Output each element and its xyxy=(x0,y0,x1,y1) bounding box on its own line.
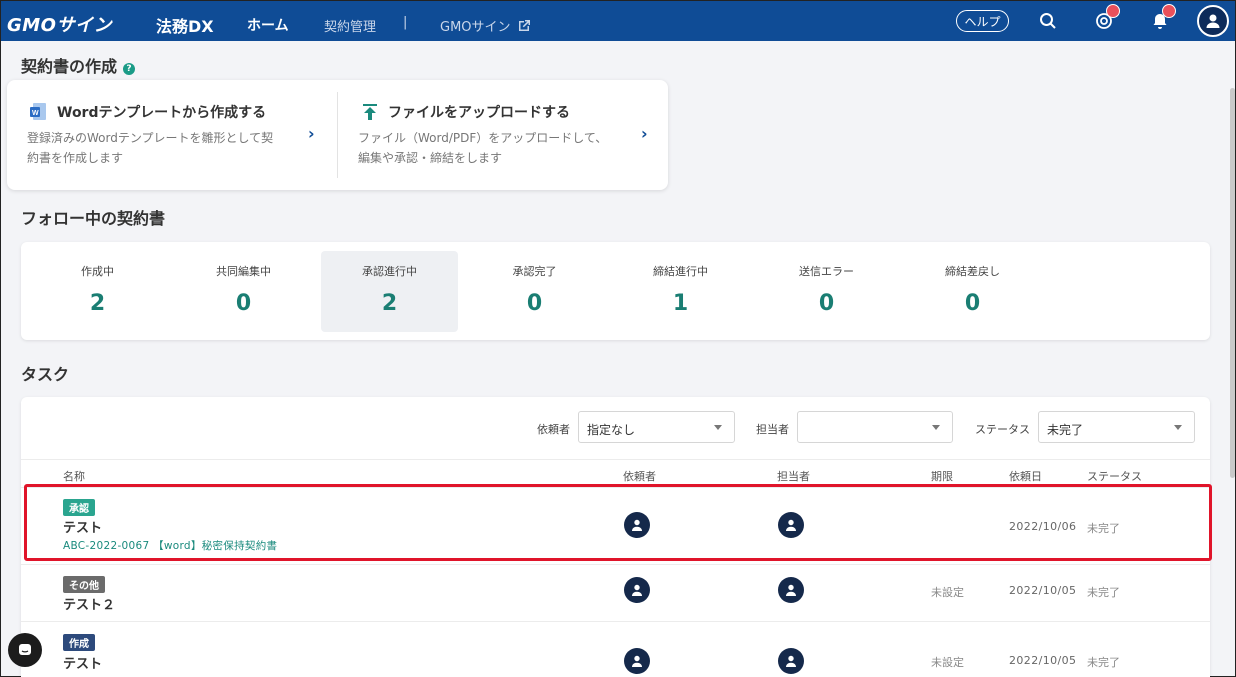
top-navigation-bar: GMOサイン 法務DX ホーム 契約管理 | GMOサイン ヘルプ xyxy=(1,1,1235,41)
stat-label: 送信エラー xyxy=(799,265,854,278)
assignee-avatar-icon xyxy=(778,648,804,674)
nav-gmo-sign-link[interactable]: GMOサイン xyxy=(440,16,531,35)
upload-icon xyxy=(363,104,377,120)
stat-value: 0 xyxy=(526,291,543,316)
assignee-select[interactable] xyxy=(797,411,953,443)
nav-separator: | xyxy=(403,15,408,30)
section-title-tasks: タスク xyxy=(21,365,70,384)
task-due: 未設定 xyxy=(931,586,964,599)
requester-filter-label: 依頼者 xyxy=(537,423,570,436)
column-header-requester[interactable]: 依頼者 xyxy=(623,468,656,484)
upload-option-description: ファイル（Word/PDF）をアップロードして、 編集や承認・締結をします xyxy=(358,128,607,168)
stat-approval-in-progress[interactable]: 承認進行中 2 xyxy=(321,251,458,332)
stat-label: 共同編集中 xyxy=(216,265,271,278)
dropdown-caret-icon xyxy=(932,425,940,430)
help-button[interactable]: ヘルプ xyxy=(956,10,1009,32)
section-title-follow: フォロー中の契約書 xyxy=(21,209,166,228)
word-option-description: 登録済みのWordテンプレートを雛形として契 約書を作成します xyxy=(27,128,273,168)
status-select-value: 未完了 xyxy=(1047,423,1084,437)
nav-gmo-label: GMOサイン xyxy=(440,20,511,35)
stat-co-editing[interactable]: 共同編集中 0 xyxy=(175,251,312,332)
nav-contract-management[interactable]: 契約管理 xyxy=(324,16,376,35)
upload-option-title: ファイルをアップロードする xyxy=(362,102,570,122)
search-icon[interactable] xyxy=(1037,10,1059,32)
nav-home[interactable]: ホーム xyxy=(247,15,289,35)
highlight-annotation xyxy=(24,484,1212,561)
word-option-title: W Wordテンプレートから作成する xyxy=(29,102,266,122)
status-filter-label: ステータス xyxy=(975,423,1030,436)
word-desc-line1: 登録済みのWordテンプレートを雛形として契 xyxy=(27,131,274,145)
scrollbar-thumb[interactable] xyxy=(1230,88,1235,478)
stat-value: 2 xyxy=(381,291,398,316)
column-header-name[interactable]: 名称 xyxy=(63,468,85,484)
stat-value: 0 xyxy=(235,291,252,316)
chat-support-button[interactable] xyxy=(8,633,42,667)
task-row[interactable]: その他 テスト２ 未設定 2022/10/05 未完了 xyxy=(21,564,1210,621)
notification-badge xyxy=(1162,4,1176,18)
upload-desc-line2: 編集や承認・締結をします xyxy=(358,151,503,165)
task-title[interactable]: テスト xyxy=(63,653,102,672)
status-select[interactable]: 未完了 xyxy=(1038,411,1195,443)
chevron-right-icon: › xyxy=(308,124,315,143)
stat-send-error[interactable]: 送信エラー 0 xyxy=(758,251,895,332)
upload-file-option[interactable]: ファイルをアップロードする ファイル（Word/PDF）をアップロードして、 編… xyxy=(338,80,668,190)
create-title-text: 契約書の作成 xyxy=(21,57,118,76)
assignee-avatar-icon xyxy=(778,577,804,603)
requester-select[interactable]: 指定なし xyxy=(578,411,735,443)
logo-subtitle: 法務DX xyxy=(156,17,214,36)
task-row[interactable]: 作成 テスト 未設定 2022/10/05 未完了 xyxy=(21,621,1210,677)
stat-label: 締結進行中 xyxy=(653,265,708,278)
section-title-create: 契約書の作成? xyxy=(21,53,136,77)
task-title[interactable]: テスト２ xyxy=(63,594,115,613)
task-status: 未完了 xyxy=(1087,656,1120,669)
chat-icon xyxy=(19,644,31,655)
stat-signing-returned[interactable]: 締結差戻し 0 xyxy=(904,251,1041,332)
word-option-label: Wordテンプレートから作成する xyxy=(57,105,267,121)
create-from-word-option[interactable]: W Wordテンプレートから作成する 登録済みのWordテンプレートを雛形として… xyxy=(7,80,337,190)
task-request-date: 2022/10/05 xyxy=(1009,654,1077,667)
requester-avatar-icon xyxy=(624,577,650,603)
upload-option-label: ファイルをアップロードする xyxy=(388,105,570,121)
assignee-filter-label: 担当者 xyxy=(756,423,789,436)
task-request-date: 2022/10/05 xyxy=(1009,584,1077,597)
user-avatar-icon[interactable] xyxy=(1197,5,1229,37)
stat-label: 承認進行中 xyxy=(362,265,417,278)
requester-select-value: 指定なし xyxy=(587,423,636,437)
stat-value: 1 xyxy=(672,291,689,316)
stat-label: 承認完了 xyxy=(512,265,557,278)
requester-avatar-icon xyxy=(624,648,650,674)
svg-text:W: W xyxy=(32,110,39,117)
follow-status-card: 作成中 2 共同編集中 0 承認進行中 2 承認完了 0 締結進行中 1 送信エ… xyxy=(21,242,1210,340)
mention-badge xyxy=(1106,4,1120,18)
column-header-due[interactable]: 期限 xyxy=(931,468,953,484)
help-circle-icon[interactable]: ? xyxy=(123,63,136,75)
task-due: 未設定 xyxy=(931,656,964,669)
stat-value: 0 xyxy=(964,291,981,316)
stat-value: 2 xyxy=(89,291,106,316)
column-header-assignee[interactable]: 担当者 xyxy=(777,468,810,484)
chevron-right-icon: › xyxy=(641,124,648,143)
dropdown-caret-icon xyxy=(714,425,722,430)
task-type-tag: 作成 xyxy=(63,634,95,651)
task-type-tag: その他 xyxy=(63,576,105,593)
upload-desc-line1: ファイル（Word/PDF）をアップロードして、 xyxy=(358,131,608,145)
stat-signing-in-progress[interactable]: 締結進行中 1 xyxy=(612,251,749,332)
create-card: W Wordテンプレートから作成する 登録済みのWordテンプレートを雛形として… xyxy=(7,80,668,190)
external-link-icon xyxy=(518,19,530,31)
stat-approval-complete[interactable]: 承認完了 0 xyxy=(466,251,603,332)
word-file-icon: W xyxy=(30,103,46,120)
dropdown-caret-icon xyxy=(1174,425,1182,430)
column-header-request-date[interactable]: 依頼日 xyxy=(1009,468,1042,484)
stat-value: 0 xyxy=(818,291,835,316)
stat-label: 締結差戻し xyxy=(945,265,1000,278)
column-header-status[interactable]: ステータス xyxy=(1087,468,1142,484)
gmo-sign-logo[interactable]: GMOサイン xyxy=(7,11,112,37)
task-status: 未完了 xyxy=(1087,586,1120,599)
stat-label: 作成中 xyxy=(81,265,114,278)
stat-drafting[interactable]: 作成中 2 xyxy=(29,251,166,332)
word-desc-line2: 約書を作成します xyxy=(27,151,124,165)
task-table-header: 名称 依頼者 担当者 期限 依頼日 ステータス xyxy=(21,459,1210,487)
